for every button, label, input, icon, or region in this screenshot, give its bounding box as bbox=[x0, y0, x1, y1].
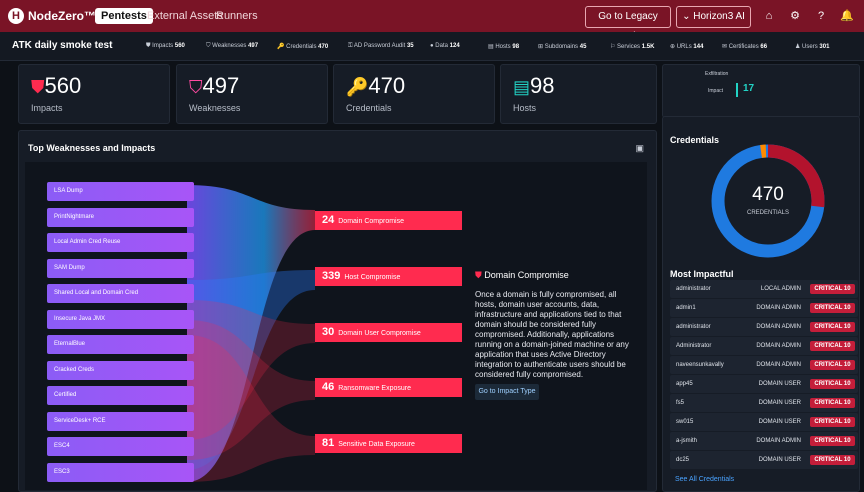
impact-detail-title: ⛊ Domain Compromise bbox=[475, 270, 569, 280]
credential-row[interactable]: admin1 DOMAIN ADMIN CRITICAL 10 bbox=[670, 299, 858, 317]
most-impactful-title: Most Impactful bbox=[670, 269, 734, 279]
credentials-total-label: CREDENTIALS bbox=[746, 210, 789, 216]
weakness-esc3[interactable]: ESC3 bbox=[47, 463, 194, 482]
credential-row[interactable]: administrator DOMAIN ADMIN CRITICAL 10 bbox=[670, 318, 858, 336]
weakness-eternalblue[interactable]: EternalBlue bbox=[47, 335, 194, 354]
impact-ransomware-exposure[interactable]: 46 Ransomware Exposure bbox=[315, 378, 462, 397]
credential-row[interactable]: administrator LOCAL ADMIN CRITICAL 10 bbox=[670, 280, 858, 298]
impact-host-compromise[interactable]: 339 Host Compromise bbox=[315, 267, 462, 286]
credential-row[interactable]: fs5 DOMAIN USER CRITICAL 10 bbox=[670, 394, 858, 412]
weakness-esc4[interactable]: ESC4 bbox=[47, 437, 194, 456]
credential-row[interactable]: naveensunkavally DOMAIN ADMIN CRITICAL 10 bbox=[670, 356, 858, 374]
credential-row[interactable]: Administrator DOMAIN ADMIN CRITICAL 10 bbox=[670, 337, 858, 355]
credentials-total: 470 bbox=[752, 184, 784, 205]
impact-sensitive-data-exposure[interactable]: 81 Sensitive Data Exposure bbox=[315, 434, 462, 453]
weakness-cracked-creds[interactable]: Cracked Creds bbox=[47, 361, 194, 380]
weakness-certified[interactable]: Certified bbox=[47, 386, 194, 405]
weakness-lsa-dump[interactable]: LSA Dump bbox=[47, 182, 194, 201]
weakness-shared-local-domain-cred[interactable]: Shared Local and Domain Cred bbox=[47, 284, 194, 303]
weakness-printnightmare[interactable]: PrintNightmare bbox=[47, 208, 194, 227]
impact-domain-user-compromise[interactable]: 30 Domain User Compromise bbox=[315, 323, 462, 342]
credential-row[interactable]: dc25 DOMAIN USER CRITICAL 10 bbox=[670, 451, 858, 469]
weakness-local-admin-cred-reuse[interactable]: Local Admin Cred Reuse bbox=[47, 233, 194, 252]
credential-row[interactable]: app45 DOMAIN USER CRITICAL 10 bbox=[670, 375, 858, 393]
impact-domain-compromise[interactable]: 24 Domain Compromise bbox=[315, 211, 462, 230]
weakness-insecure-java-jmx[interactable]: Insecure Java JMX bbox=[47, 310, 194, 329]
credential-row[interactable]: sw015 DOMAIN USER CRITICAL 10 bbox=[670, 413, 858, 431]
credential-row[interactable]: a-jsmith DOMAIN ADMIN CRITICAL 10 bbox=[670, 432, 858, 450]
see-all-credentials-link[interactable]: See All Credentials bbox=[675, 476, 734, 483]
go-to-impact-type-button[interactable]: Go to Impact Type bbox=[475, 384, 539, 400]
weakness-servicedesk-rce[interactable]: ServiceDesk+ RCE bbox=[47, 412, 194, 431]
impact-detail-description: Once a domain is fully compromised, all … bbox=[475, 290, 629, 379]
weakness-sam-dump[interactable]: SAM Dump bbox=[47, 259, 194, 278]
shield-icon: ⛊ bbox=[475, 270, 482, 280]
